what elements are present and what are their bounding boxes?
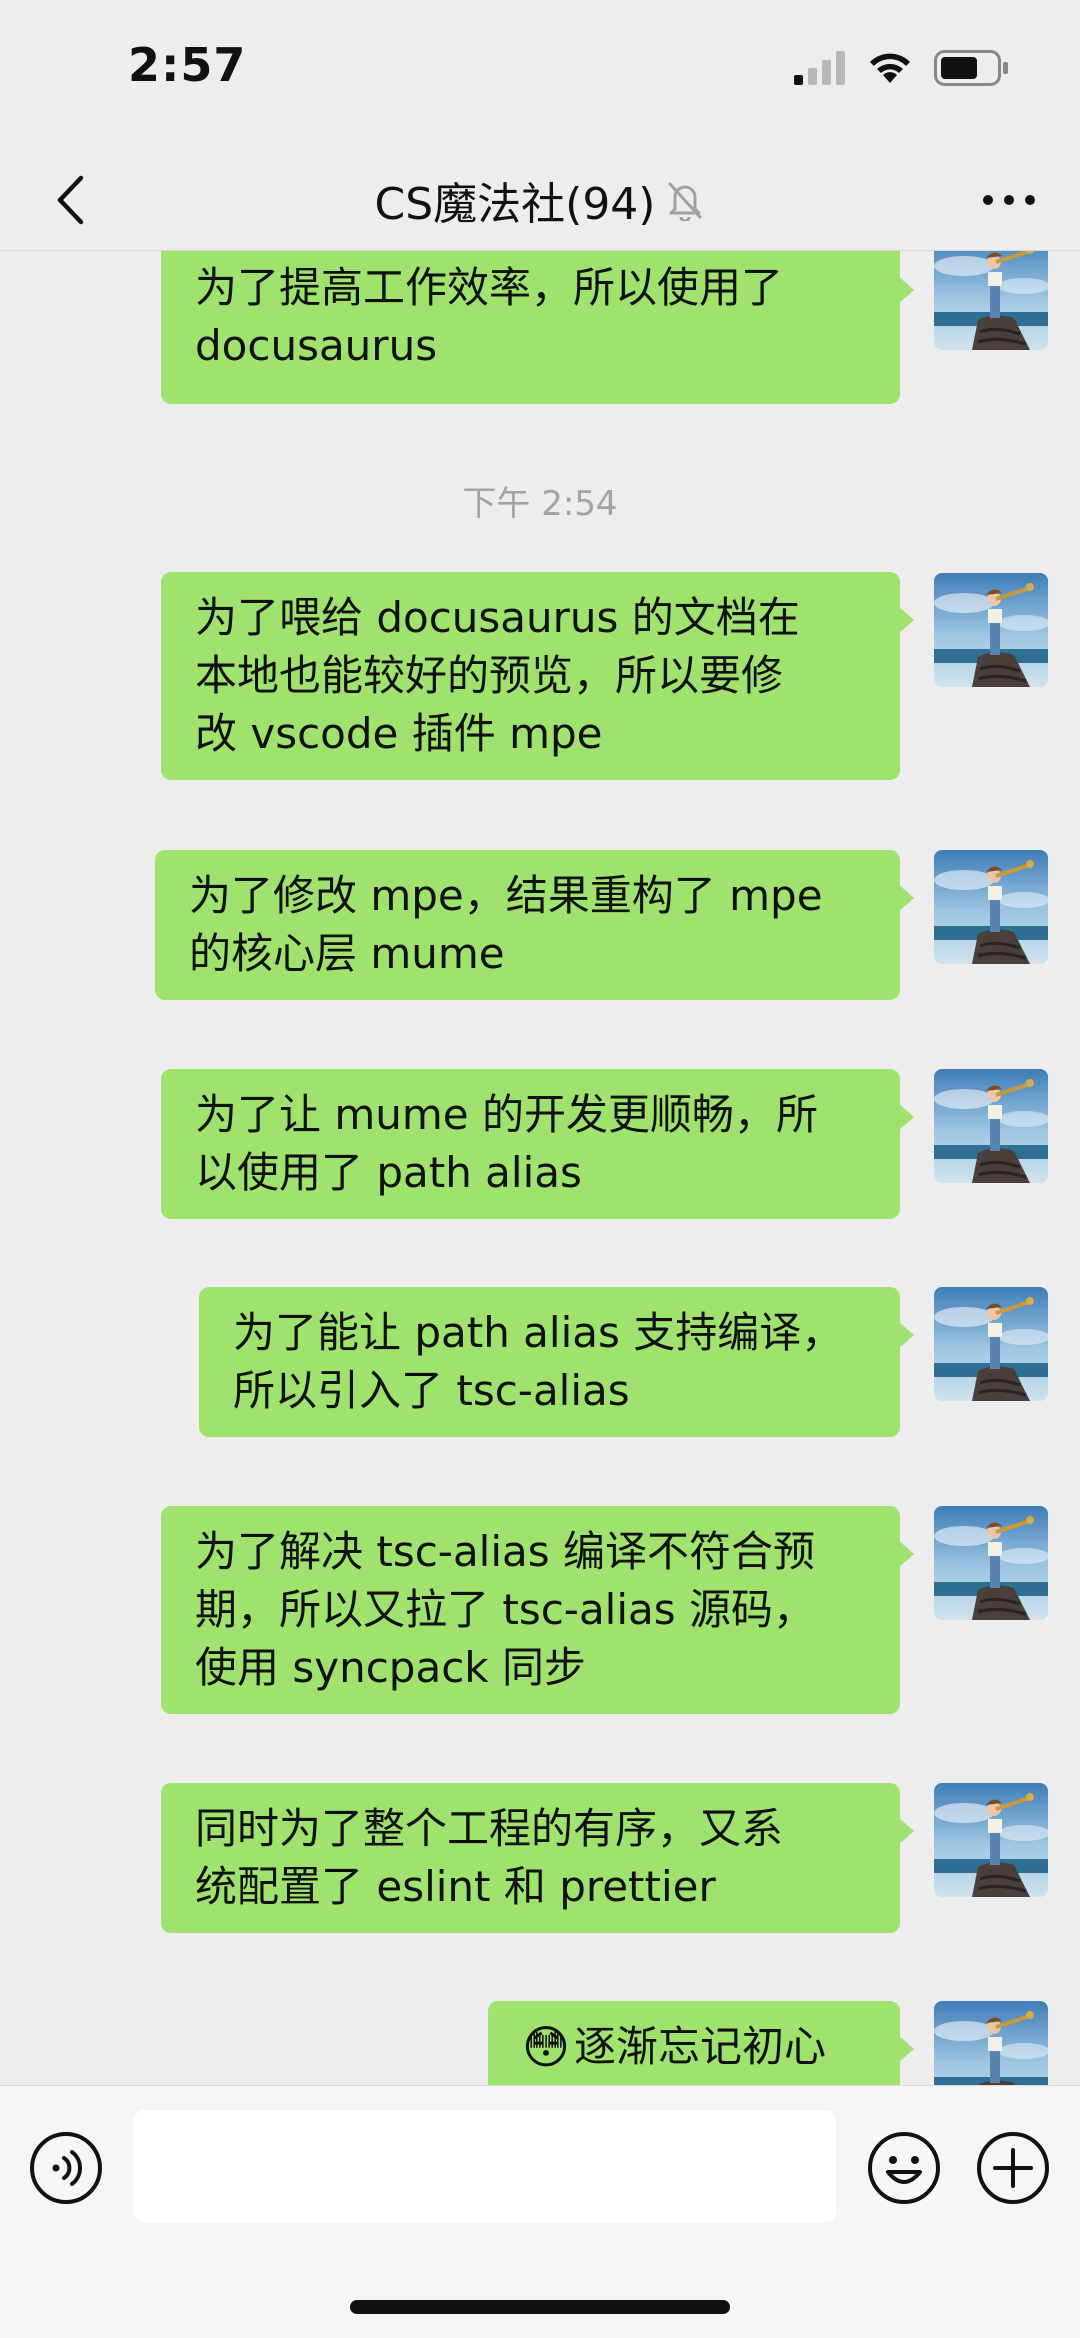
emoji-button[interactable] (866, 2130, 942, 2206)
message-line: 统配置了 eslint 和 prettier (195, 1862, 716, 1911)
message-line: 为了能让 path alias 支持编译， (233, 1308, 844, 1357)
battery-icon (934, 50, 1008, 86)
chat-messages[interactable]: 为了提高工作效率，所以使用了 docusaurus 下午 2:54 为了喂给 d… (0, 251, 1080, 2085)
message-line: 本地也能较好的预览，所以要修 (195, 651, 784, 700)
message-line: 为了修改 mpe，结果重构了 mpe (189, 871, 823, 920)
message-bubble[interactable]: 为了喂给 docusaurus 的文档在 本地也能较好的预览，所以要修 改 vs… (161, 572, 914, 780)
message-bubble[interactable]: 为了提高工作效率，所以使用了 docusaurus (161, 251, 914, 404)
message-line: 逐渐忘记初心 (573, 2022, 826, 2071)
chat-title: CS魔法社(94) (0, 168, 1080, 232)
avatar[interactable] (934, 850, 1048, 964)
chat-header: CS魔法社(94) (0, 150, 1080, 251)
smiley-icon (868, 2132, 940, 2204)
avatar[interactable] (934, 1287, 1048, 1401)
more-dots-icon (983, 195, 1035, 205)
avatar[interactable] (934, 1069, 1048, 1183)
status-time: 2:57 (128, 38, 247, 92)
cellular-signal-icon (794, 51, 845, 85)
message-bubble[interactable]: 同时为了整个工程的有序，又系 统配置了 eslint 和 prettier (161, 1783, 914, 1933)
message-line: 改 vscode 插件 mpe (195, 709, 603, 758)
message-bubble[interactable]: 为了能让 path alias 支持编译， 所以引入了 tsc-alias (199, 1287, 914, 1437)
more-actions-button[interactable] (975, 2130, 1051, 2206)
message-line: docusaurus (195, 321, 438, 370)
message-line: 使用 syncpack 同步 (195, 1643, 586, 1692)
message-line: 所以引入了 tsc-alias (233, 1366, 630, 1415)
status-icons (794, 50, 1010, 86)
message-line: 为了解决 tsc-alias 编译不符合预 (195, 1527, 815, 1576)
message-input[interactable] (134, 2110, 836, 2222)
message-line: 为了喂给 docusaurus 的文档在 (195, 593, 800, 642)
message-line: 期，所以又拉了 tsc-alias 源码， (195, 1585, 815, 1634)
status-bar: 2:57 (0, 0, 1080, 150)
time-divider: 下午 2:54 (462, 484, 618, 524)
home-indicator[interactable] (350, 2300, 730, 2314)
chat-title-text: CS魔法社(94) (374, 179, 656, 230)
avatar[interactable] (934, 2001, 1048, 2085)
voice-input-button[interactable] (28, 2130, 104, 2206)
flushed-face-emoji: 😳 (522, 2020, 570, 2074)
message-bubble[interactable]: 为了解决 tsc-alias 编译不符合预 期，所以又拉了 tsc-alias … (161, 1506, 914, 1714)
message-line: 为了提高工作效率，所以使用了 (195, 263, 784, 312)
avatar[interactable] (934, 1783, 1048, 1897)
wifi-icon (870, 53, 910, 83)
message-bubble[interactable]: 为了让 mume 的开发更顺畅，所 以使用了 path alias (161, 1069, 914, 1219)
avatar[interactable] (934, 573, 1048, 687)
message-line: 为了让 mume 的开发更顺畅，所 (195, 1090, 818, 1139)
more-options-button[interactable] (974, 170, 1044, 230)
voice-icon (30, 2132, 102, 2204)
message-line: 以使用了 path alias (195, 1148, 582, 1197)
mute-bell-icon (668, 182, 702, 221)
message-bubble[interactable]: 😳 逐渐忘记初心 (488, 2001, 914, 2085)
message-line: 同时为了整个工程的有序，又系 (195, 1804, 784, 1853)
plus-icon (977, 2132, 1049, 2204)
avatar[interactable] (934, 251, 1048, 350)
message-bubble[interactable]: 为了修改 mpe，结果重构了 mpe 的核心层 mume (155, 850, 914, 1000)
message-line: 的核心层 mume (189, 929, 505, 978)
avatar[interactable] (934, 1506, 1048, 1620)
